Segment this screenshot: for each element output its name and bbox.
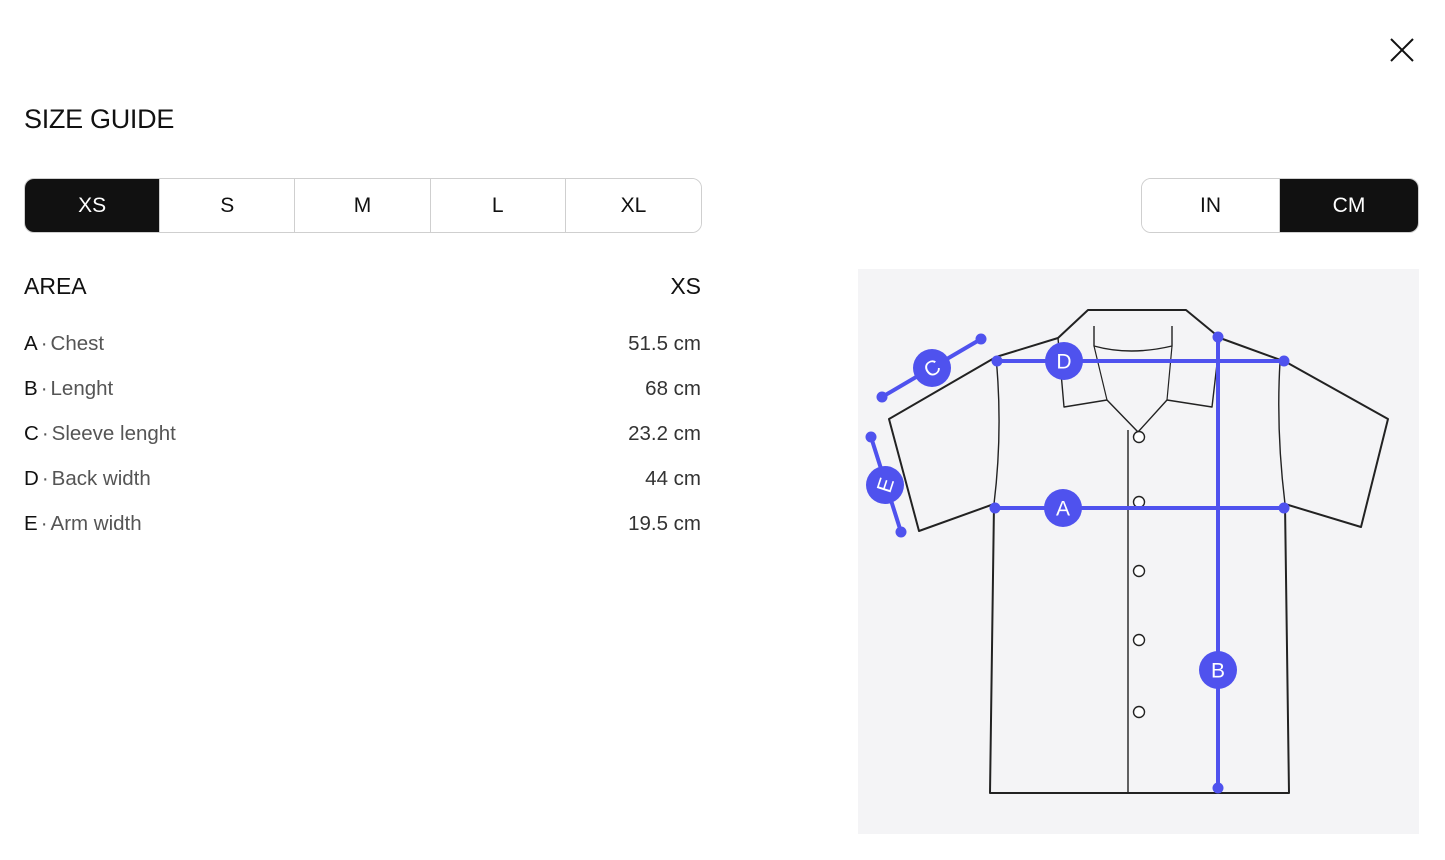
measure-endpoint	[876, 391, 888, 403]
measurement-table-header: AREA XS	[24, 273, 701, 300]
shirt-measurement-diagram: A B C D E	[858, 269, 1419, 834]
separator-dot: ·	[40, 332, 48, 355]
measure-endpoint	[895, 526, 907, 538]
measure-marker-c: C	[913, 349, 951, 387]
separator-dot: ·	[40, 377, 48, 400]
shirt-outline	[888, 309, 1389, 794]
size-selector: XS S M L XL	[24, 178, 702, 233]
measure-marker-e: E	[866, 466, 904, 504]
measurement-value: 19.5 cm	[628, 512, 701, 535]
measure-marker-a: A	[1044, 489, 1082, 527]
measurement-name: Chest	[50, 332, 105, 355]
measurement-label: D · Back width	[24, 467, 151, 512]
measurement-letter: E	[24, 512, 38, 535]
measurement-letter: B	[24, 377, 38, 400]
measurement-label: C · Sleeve lenght	[24, 422, 176, 467]
measurement-row-arm-width: E · Arm width 19.5 cm	[24, 512, 701, 557]
separator-dot: ·	[41, 467, 49, 490]
separator-dot: ·	[40, 512, 48, 535]
measurement-name: Arm width	[50, 512, 142, 535]
close-button[interactable]	[1386, 34, 1418, 66]
measurement-name: Back width	[51, 467, 151, 490]
shirt-button	[1132, 705, 1146, 719]
measurement-letter: D	[24, 467, 39, 490]
unit-selector: IN CM	[1141, 178, 1419, 233]
unit-option-cm[interactable]: CM	[1280, 179, 1418, 232]
shirt-diagram-svg: A B C D E	[865, 309, 1389, 794]
measure-endpoint	[1278, 502, 1290, 514]
measurement-label: E · Arm width	[24, 512, 142, 557]
measure-endpoint	[989, 502, 1001, 514]
measurement-row-length: B · Lenght 68 cm	[24, 377, 701, 422]
measurement-name: Lenght	[50, 377, 114, 400]
measure-marker-b: B	[1199, 651, 1237, 689]
measure-endpoint	[991, 355, 1003, 367]
size-option-l[interactable]: L	[430, 179, 566, 232]
measurement-value: 51.5 cm	[628, 332, 701, 355]
measurement-row-chest: A · Chest 51.5 cm	[24, 332, 701, 377]
measurement-table: A · Chest 51.5 cm B · Lenght 68 cm C · Sleeve …	[24, 332, 701, 557]
measurement-value: 68 cm	[645, 377, 701, 400]
close-icon	[1390, 38, 1414, 62]
measurement-name: Sleeve lenght	[51, 422, 176, 445]
measurement-row-back-width: D · Back width 44 cm	[24, 467, 701, 512]
measure-endpoint	[865, 431, 877, 443]
measurement-label: B · Lenght	[24, 377, 113, 422]
measure-endpoint	[1212, 782, 1224, 794]
page-title: SIZE GUIDE	[24, 104, 175, 134]
shirt-body	[888, 309, 1389, 794]
shirt-button	[1132, 430, 1146, 444]
marker-label-b: B	[1211, 660, 1225, 683]
measure-marker-d: D	[1045, 342, 1083, 380]
unit-option-in[interactable]: IN	[1142, 179, 1280, 232]
measurement-letter: C	[24, 422, 39, 445]
shirt-button	[1132, 633, 1146, 647]
size-option-m[interactable]: M	[295, 179, 431, 232]
size-option-xl[interactable]: XL	[565, 179, 701, 232]
size-column-header: XS	[670, 273, 701, 299]
measurement-label: A · Chest	[24, 332, 104, 377]
marker-label-a: A	[1056, 498, 1070, 521]
measurement-value: 44 cm	[645, 467, 701, 490]
shirt-button	[1132, 495, 1146, 509]
measurement-row-sleeve-length: C · Sleeve lenght 23.2 cm	[24, 422, 701, 467]
size-option-s[interactable]: S	[160, 179, 296, 232]
separator-dot: ·	[41, 422, 49, 445]
shirt-button	[1132, 564, 1146, 578]
size-option-xs[interactable]: XS	[25, 179, 161, 232]
measure-endpoint	[1278, 355, 1290, 367]
area-column-header: AREA	[24, 273, 87, 299]
measurement-letter: A	[24, 332, 38, 355]
marker-label-d: D	[1056, 351, 1071, 374]
measurement-value: 23.2 cm	[628, 422, 701, 445]
measure-endpoint	[1212, 331, 1224, 343]
measure-endpoint	[975, 333, 987, 345]
